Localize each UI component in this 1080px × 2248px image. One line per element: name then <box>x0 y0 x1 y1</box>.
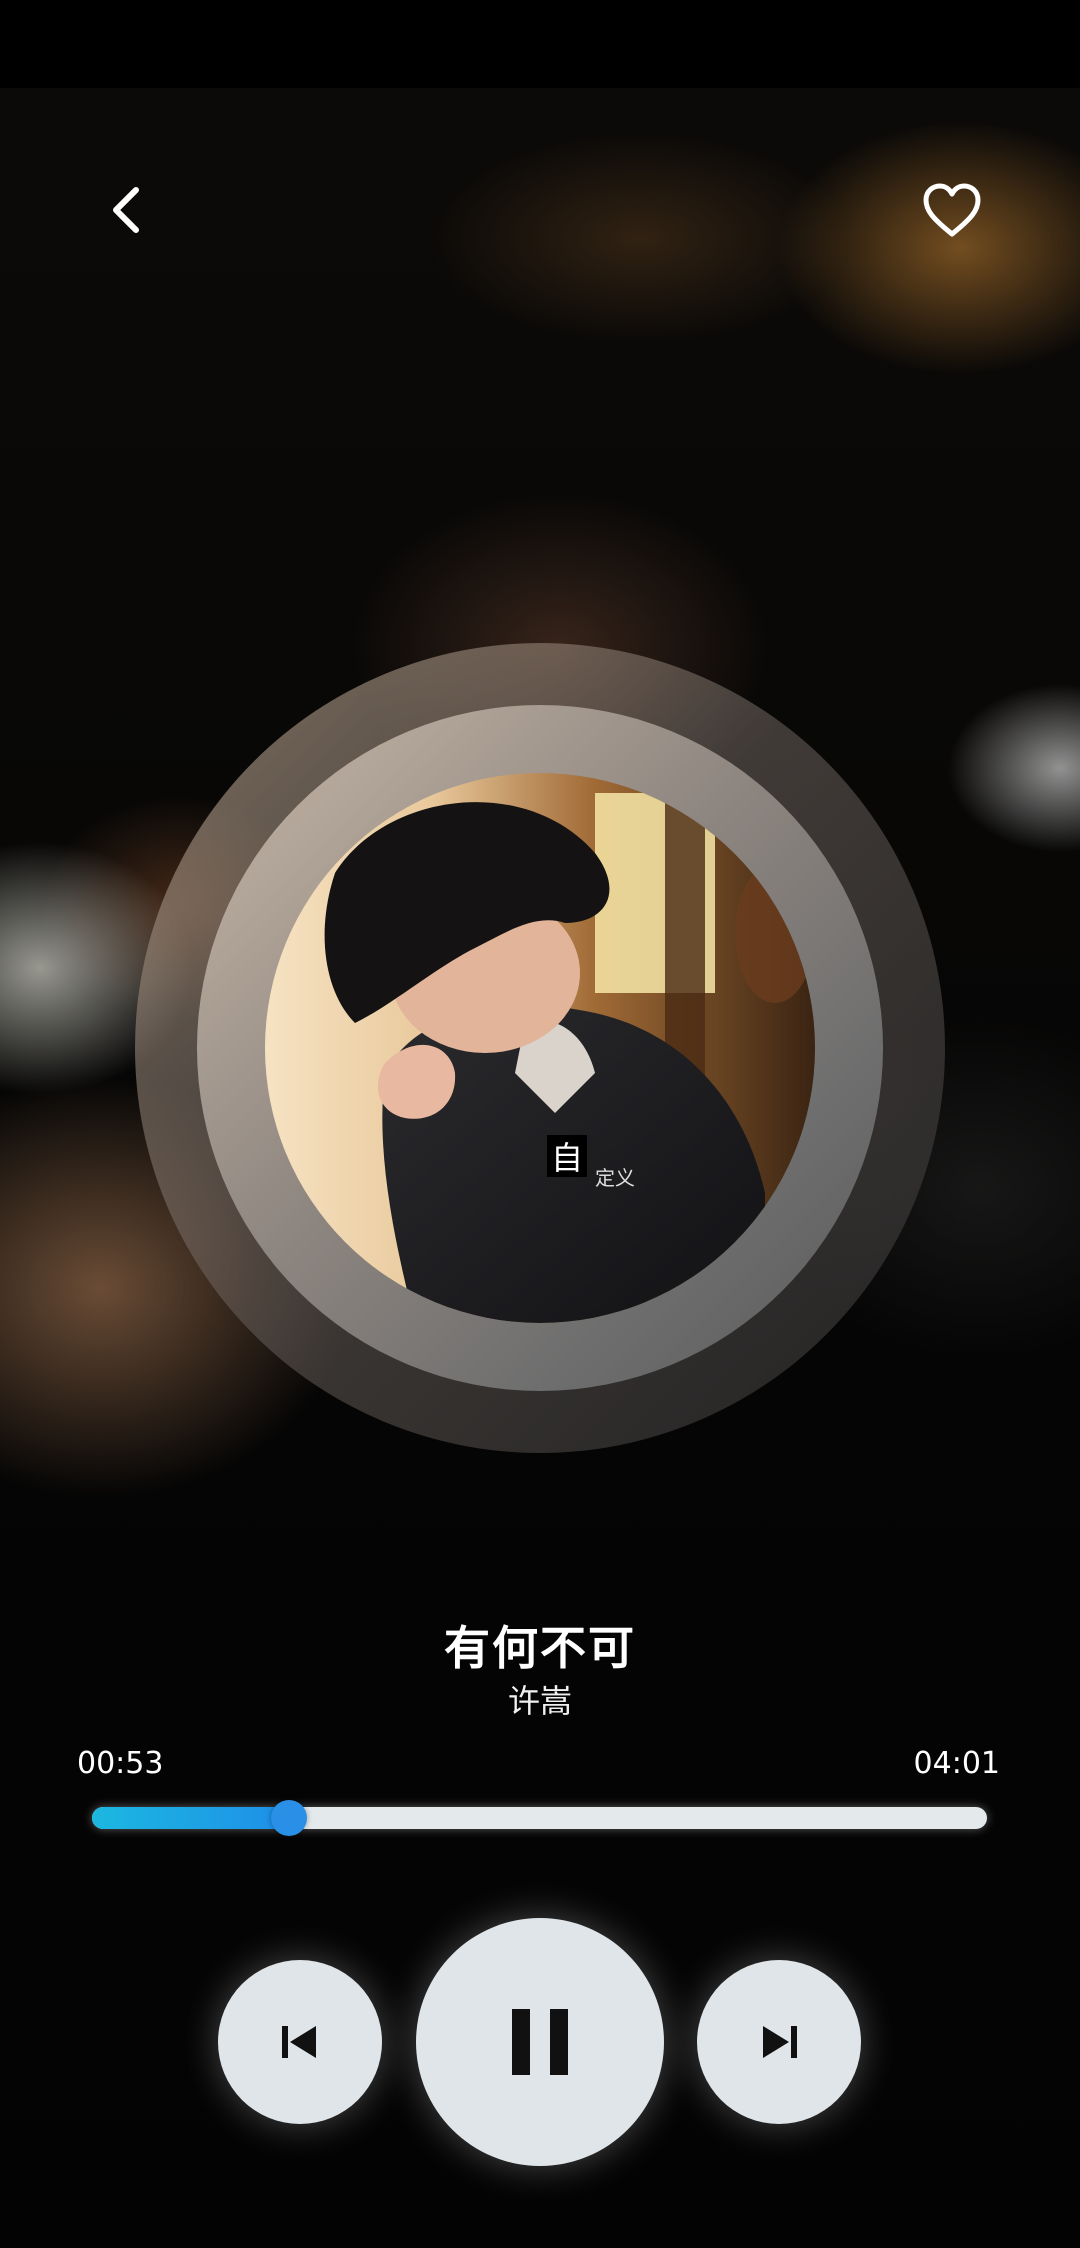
progress-fill <box>92 1807 289 1829</box>
skip-next-icon <box>763 2026 797 2058</box>
album-art-caption: 自 <box>551 1139 583 1177</box>
chevron-left-icon <box>113 187 139 233</box>
song-title: 有何不可 <box>444 1621 636 1675</box>
heart-outline-icon <box>923 183 981 237</box>
total-time: 04:01 <box>913 1746 1000 1781</box>
previous-button[interactable] <box>218 1960 382 2124</box>
artist-name: 许嵩 <box>507 1682 572 1720</box>
status-bar <box>0 0 1080 88</box>
current-time: 00:53 <box>77 1746 164 1781</box>
back-button[interactable] <box>86 170 166 250</box>
skip-previous-icon <box>282 2026 316 2058</box>
progress-bar[interactable] <box>92 1800 987 1836</box>
favorite-button[interactable] <box>912 170 992 250</box>
album-art-subcaption: 定义 <box>595 1166 635 1190</box>
music-player-screen: 自 定义 有何不可 许嵩 00:53 04:01 <box>0 0 1080 2248</box>
next-button[interactable] <box>697 1960 861 2124</box>
pause-button[interactable] <box>416 1918 664 2166</box>
album-art: 自 定义 <box>265 773 815 1323</box>
progress-thumb[interactable] <box>270 1800 307 1836</box>
pause-icon <box>512 2009 568 2075</box>
album-art-image: 自 定义 <box>265 773 815 1323</box>
